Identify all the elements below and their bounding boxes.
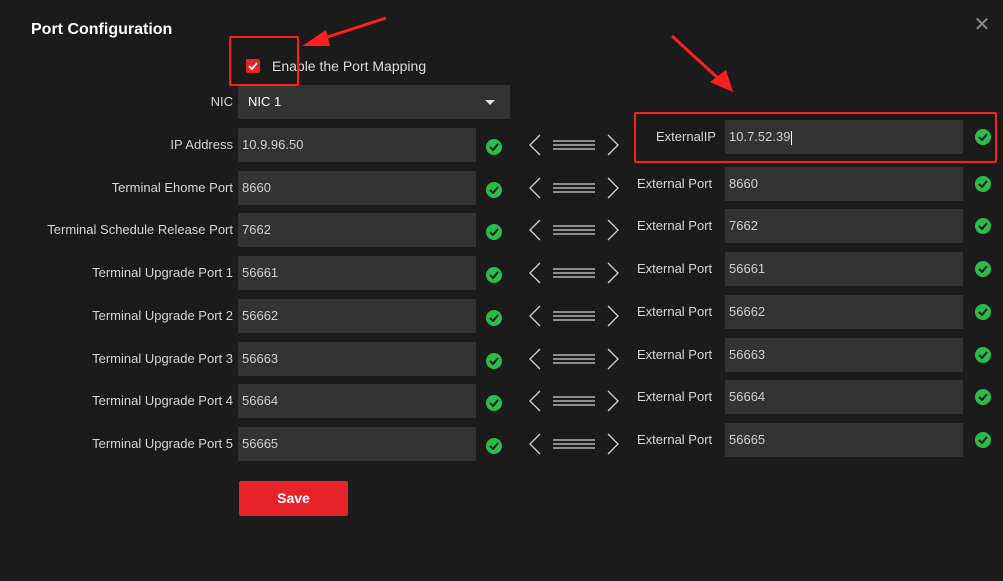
valid-check-icon [975,389,991,405]
valid-check-icon [486,353,502,369]
save-button[interactable]: Save [239,481,348,516]
valid-check-icon [486,139,502,155]
external-port-label: External Port [637,432,713,447]
port-label: IP Address [170,137,233,152]
valid-check-icon [486,182,502,198]
port-input[interactable]: 8660 [238,171,476,205]
ip-address-input[interactable]: 10.9.96.50 [238,128,476,162]
external-port-label: External Port [637,389,713,404]
valid-check-icon [486,395,502,411]
close-icon[interactable]: ✕ [973,15,991,35]
port-label: Terminal Upgrade Port 3 [92,351,233,366]
valid-check-icon [486,438,502,454]
annotation-arrow-external-ip [670,34,733,92]
chevron-down-icon [485,100,495,105]
port-input[interactable]: 56664 [238,384,476,418]
mapping-arrows-icon [528,133,620,157]
port-input[interactable]: 56661 [238,256,476,290]
nic-select[interactable]: NIC 1 [238,85,510,119]
valid-check-icon [975,304,991,320]
port-input[interactable]: 7662 [238,213,476,247]
mapping-arrows-icon [528,347,620,371]
external-port-label: External Port [637,347,713,362]
external-port-input[interactable]: 8660 [725,167,963,201]
port-input[interactable]: 56665 [238,427,476,461]
annotation-highlight-external-ip [634,112,997,163]
mapping-arrows-icon [528,218,620,242]
nic-select-value: NIC 1 [248,94,282,109]
nic-label: NIC [210,94,233,109]
port-label: Terminal Upgrade Port 4 [92,393,233,408]
valid-check-icon [975,432,991,448]
external-port-input[interactable]: 56664 [725,380,963,414]
external-port-input[interactable]: 56665 [725,423,963,457]
valid-check-icon [975,347,991,363]
external-port-input[interactable]: 56662 [725,295,963,329]
dialog-title: Port Configuration [31,21,173,38]
valid-check-icon [975,176,991,192]
valid-check-icon [486,310,502,326]
annotation-arrow-checkbox [302,16,387,46]
mapping-arrows-icon [528,432,620,456]
valid-check-icon [486,224,502,240]
mapping-arrows-icon [528,389,620,413]
valid-check-icon [975,218,991,234]
external-port-label: External Port [637,261,713,276]
valid-check-icon [975,261,991,277]
external-port-input[interactable]: 7662 [725,209,963,243]
mapping-arrows-icon [528,261,620,285]
port-label: Terminal Upgrade Port 2 [92,308,233,323]
mapping-arrows-icon [528,304,620,328]
annotation-highlight-checkbox [229,36,299,86]
external-port-label: External Port [637,304,713,319]
mapping-arrows-icon [528,176,620,200]
external-port-label: External Port [637,176,713,191]
port-label: Terminal Upgrade Port 5 [92,436,233,451]
external-port-input[interactable]: 56661 [725,252,963,286]
port-input[interactable]: 56662 [238,299,476,333]
port-label: Terminal Ehome Port [111,180,233,195]
port-label: Terminal Schedule Release Port [47,222,233,237]
external-port-label: External Port [637,218,713,233]
port-input[interactable]: 56663 [238,342,476,376]
port-label: Terminal Upgrade Port 1 [92,265,233,280]
valid-check-icon [486,267,502,283]
external-port-input[interactable]: 56663 [725,338,963,372]
